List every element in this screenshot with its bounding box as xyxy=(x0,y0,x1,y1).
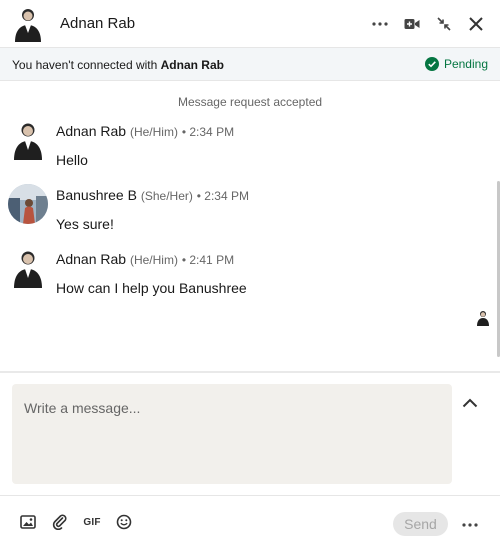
close-icon xyxy=(469,17,483,31)
more-options-button[interactable] xyxy=(368,12,392,36)
message-text: Hello xyxy=(56,152,88,168)
pending-label: Pending xyxy=(443,57,488,71)
minimize-icon xyxy=(437,17,451,31)
message-header: Banushree B (She/Her) • 2:34 PM xyxy=(56,187,249,203)
minimize-button[interactable] xyxy=(432,12,456,36)
attach-file-button[interactable] xyxy=(50,512,70,532)
system-message: Message request accepted xyxy=(177,95,323,109)
contact-name[interactable]: Adnan Rab xyxy=(60,15,135,32)
video-call-button[interactable] xyxy=(400,12,424,36)
check-circle-icon xyxy=(424,57,439,71)
attach-image-button[interactable] xyxy=(18,512,38,532)
message-text: Yes sure! xyxy=(56,216,114,232)
more-dots-icon xyxy=(462,523,478,527)
sender-pronouns: (She/Her) xyxy=(140,189,193,203)
message-time: • 2:41 PM xyxy=(181,253,235,267)
connection-message: You haven't connected with Adnan Rab xyxy=(12,58,224,72)
message-composer xyxy=(0,371,500,495)
message-header: Adnan Rab (He/Him) • 2:41 PM xyxy=(56,251,234,267)
chat-header: Adnan Rab xyxy=(0,0,500,48)
emoji-icon xyxy=(116,514,132,530)
sender-avatar[interactable] xyxy=(8,248,48,288)
more-dots-icon xyxy=(372,22,388,26)
contact-avatar[interactable] xyxy=(12,6,44,42)
message-time: • 2:34 PM xyxy=(181,125,235,139)
sender-avatar[interactable] xyxy=(8,184,48,224)
sender-pronouns: (He/Him) xyxy=(129,253,178,267)
message-header: Adnan Rab (He/Him) • 2:34 PM xyxy=(56,123,234,139)
banner-prefix: You haven't connected with xyxy=(12,58,161,72)
gif-button[interactable]: GIF xyxy=(82,512,102,532)
gif-icon: GIF xyxy=(83,516,101,528)
banner-contact-name: Adnan Rab xyxy=(160,58,224,72)
composer-more-button[interactable] xyxy=(462,514,484,534)
sender-name[interactable]: Adnan Rab xyxy=(56,251,126,267)
message-thread[interactable]: Message request accepted Adnan Rab (He/H… xyxy=(0,81,500,371)
sender-avatar[interactable] xyxy=(8,120,48,160)
message-input[interactable] xyxy=(12,384,452,484)
message-text: How can I help you Banushree xyxy=(56,280,247,296)
expand-composer-button[interactable] xyxy=(462,395,482,411)
sender-name[interactable]: Adnan Rab xyxy=(56,123,126,139)
send-button[interactable]: Send xyxy=(393,512,448,536)
video-call-icon xyxy=(404,19,420,29)
message-time: • 2:34 PM xyxy=(196,189,249,203)
chevron-up-icon xyxy=(462,398,478,408)
sender-pronouns: (He/Him) xyxy=(129,125,178,139)
connection-banner: You haven't connected with Adnan Rab Pen… xyxy=(0,48,500,81)
close-button[interactable] xyxy=(464,12,488,36)
sender-name[interactable]: Banushree B xyxy=(56,187,137,203)
emoji-button[interactable] xyxy=(114,512,134,532)
read-receipt-avatar xyxy=(477,311,489,326)
pending-status: Pending xyxy=(424,57,488,71)
image-icon xyxy=(20,515,36,529)
attachment-icon xyxy=(52,514,67,530)
composer-toolbar: GIF Send xyxy=(0,495,500,548)
